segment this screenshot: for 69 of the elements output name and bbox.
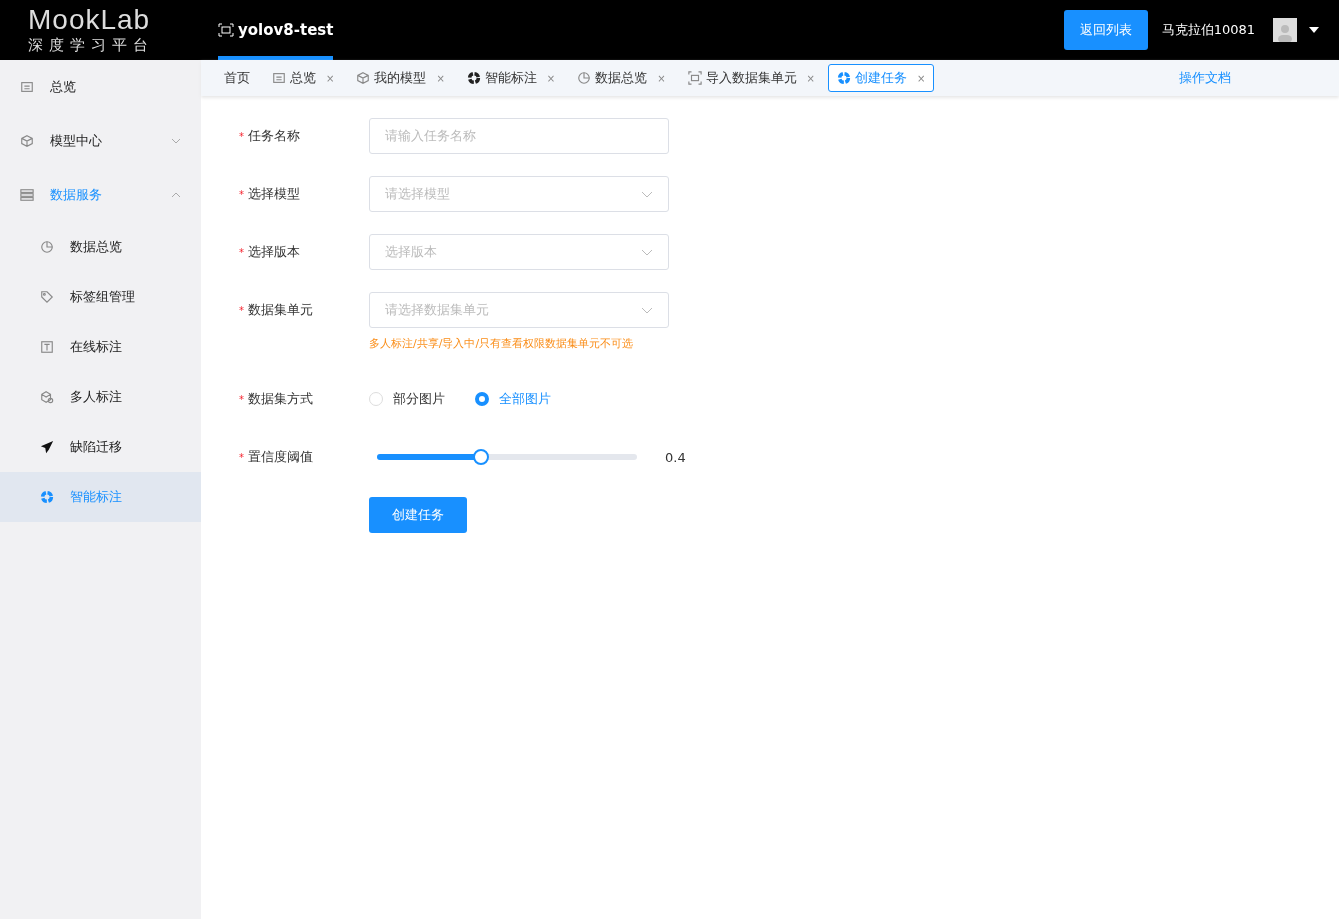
- field-label: 任务名称: [248, 127, 300, 145]
- required-mark: *: [239, 246, 244, 258]
- required-mark: *: [239, 393, 244, 405]
- close-icon[interactable]: ×: [546, 72, 556, 84]
- sidebar-item[interactable]: 总览: [0, 60, 201, 114]
- lifebuoy-icon: [466, 71, 481, 85]
- field-label: 选择版本: [248, 243, 300, 261]
- tab[interactable]: 创建任务 ×: [827, 64, 935, 92]
- required-mark: *: [239, 451, 244, 463]
- required-mark: *: [239, 188, 244, 200]
- required-mark: *: [239, 304, 244, 316]
- close-icon[interactable]: ×: [806, 72, 815, 84]
- sidebar-item[interactable]: 标签组管理: [0, 272, 201, 322]
- back-to-list-button[interactable]: 返回列表: [1063, 10, 1148, 50]
- logo-subtitle: 深度学习平台: [28, 35, 155, 55]
- sidebar-item[interactable]: 缺陷迁移: [0, 422, 201, 472]
- slider-thumb[interactable]: [473, 449, 489, 465]
- close-icon[interactable]: ×: [916, 72, 926, 84]
- document-icon: [20, 80, 34, 94]
- field-label: 数据集方式: [248, 390, 313, 408]
- sidebar-item[interactable]: 数据服务: [0, 168, 201, 222]
- cube-icon: [40, 390, 54, 404]
- required-mark: *: [239, 130, 244, 142]
- lifebuoy-icon: [836, 71, 851, 85]
- create-task-button[interactable]: 创建任务: [369, 497, 467, 533]
- text-box-icon: [40, 340, 54, 354]
- close-icon[interactable]: ×: [657, 72, 666, 84]
- select-field[interactable]: 请选择数据集单元: [369, 292, 669, 328]
- close-icon[interactable]: ×: [326, 72, 335, 84]
- logo-text: MookLab: [28, 5, 152, 35]
- lifebuoy-icon: [40, 490, 54, 504]
- caret-icon[interactable]: [1309, 27, 1319, 33]
- tab[interactable]: 首页: [215, 64, 259, 92]
- select-field[interactable]: 选择版本: [369, 234, 669, 270]
- pie-chart-icon: [40, 240, 54, 254]
- hint-text: 多人标注/共享/导入中/只有查看权限数据集单元不可选: [369, 336, 635, 351]
- sidebar-item[interactable]: 多人标注: [0, 372, 201, 422]
- sidebar-item[interactable]: 智能标注: [0, 472, 201, 522]
- docs-link[interactable]: 操作文档: [1179, 69, 1231, 87]
- sidebar-item[interactable]: 在线标注: [0, 322, 201, 372]
- tab[interactable]: 智能标注 ×: [457, 64, 565, 92]
- server-icon: [20, 188, 34, 202]
- field-label: 数据集单元: [248, 301, 313, 319]
- tab[interactable]: 数据总览 ×: [568, 64, 675, 92]
- field-label: 置信度阈值: [248, 448, 313, 466]
- radio-option[interactable]: 全部图片: [475, 390, 551, 408]
- pie-chart-icon: [577, 71, 592, 85]
- sidebar-item[interactable]: 数据总览: [0, 222, 201, 272]
- document-icon: [272, 71, 286, 85]
- username: 马克拉伯10081: [1161, 21, 1255, 39]
- chevron-down-icon: [641, 190, 653, 198]
- radio-option[interactable]: 部分图片: [369, 390, 445, 408]
- tab[interactable]: 导入数据集单元 ×: [678, 64, 824, 92]
- sidebar-item[interactable]: 模型中心: [0, 114, 201, 168]
- cube-icon: [20, 134, 34, 148]
- chevron-down-icon: [641, 248, 653, 256]
- select-field[interactable]: 请选择模型: [369, 176, 669, 212]
- close-icon[interactable]: ×: [436, 72, 445, 84]
- ai-frame-icon: [218, 23, 234, 37]
- field-label: 选择模型: [248, 185, 300, 203]
- tab[interactable]: 我的模型 ×: [347, 64, 454, 92]
- slider-value: 0.4: [665, 449, 686, 465]
- text-input[interactable]: 请输入任务名称: [369, 118, 669, 154]
- tab[interactable]: 总览 ×: [263, 64, 344, 92]
- ai-frame-icon: [687, 71, 702, 85]
- chevron-down-icon: [641, 306, 653, 314]
- cube-icon: [356, 71, 371, 85]
- paper-plane-icon: [40, 440, 54, 454]
- tag-icon: [40, 290, 54, 304]
